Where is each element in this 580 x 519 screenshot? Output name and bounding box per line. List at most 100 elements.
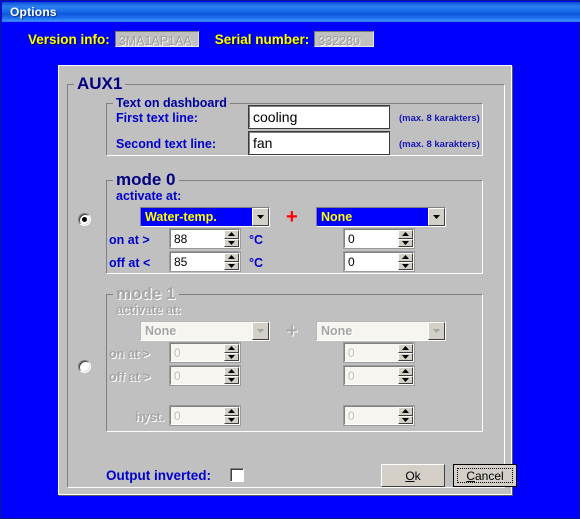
mode1-on-value-b: 0 — [348, 345, 355, 360]
mode0-source-a-value: Water-temp. — [141, 208, 252, 226]
mode1-source-a-combo[interactable]: None — [140, 321, 270, 341]
mode1-source-b-value: None — [317, 322, 428, 340]
cancel-button-label: ancel — [474, 468, 504, 483]
mode0-off-a-spin-buttons[interactable] — [224, 253, 239, 270]
version-info-value: 3MA1AP1AA — [114, 31, 199, 48]
device-info-strip: Version info: 3MA1AP1AA Serial number: 3… — [2, 25, 580, 53]
spinner-down-icon[interactable] — [398, 375, 413, 384]
version-info-label: Version info: — [28, 31, 110, 47]
mode1-hyst-label: hyst. — [135, 410, 165, 424]
cancel-button[interactable]: Cancel — [453, 464, 517, 487]
second-text-line-label: Second text line: — [116, 137, 217, 151]
spinner-up-icon[interactable] — [398, 253, 413, 262]
mode1-on-value-a: 0 — [174, 345, 181, 360]
spinner-down-icon[interactable] — [398, 415, 413, 424]
mode0-operator-plus: + — [286, 206, 298, 228]
mode0-source-b-combo[interactable]: None — [316, 207, 446, 227]
mode0-activate-label: activate at: — [116, 189, 182, 203]
mode0-groupbox-legend: mode 0 — [116, 170, 176, 189]
first-text-line-hint: (max. 8 karakters) — [399, 113, 480, 124]
mode0-off-value-b-stepper[interactable]: 0 — [343, 251, 415, 272]
mode0-on-value-a: 88 — [174, 231, 188, 246]
spinner-up-icon[interactable] — [224, 367, 239, 376]
chevron-down-icon[interactable] — [252, 322, 269, 340]
first-text-line-label: First text line: — [116, 111, 198, 125]
mode1-source-a-value: None — [141, 322, 252, 340]
mode0-on-b-spin-buttons[interactable] — [398, 230, 413, 247]
spinner-up-icon[interactable] — [398, 407, 413, 416]
window-title: Options — [10, 5, 57, 19]
chevron-down-icon[interactable] — [428, 322, 445, 340]
mode0-off-unit-a: °C — [249, 256, 264, 270]
cancel-button-accel: C — [466, 468, 475, 483]
spinner-down-icon[interactable] — [224, 352, 239, 361]
spinner-down-icon[interactable] — [224, 415, 239, 424]
mode0-off-value-a-stepper[interactable]: 85 — [169, 251, 241, 272]
mode1-on-value-a-stepper[interactable]: 0 — [169, 342, 241, 363]
title-bar[interactable]: Options — [2, 2, 580, 22]
spinner-down-icon[interactable] — [224, 375, 239, 384]
mode0-radio[interactable] — [78, 213, 91, 226]
ok-button[interactable]: Ok — [381, 464, 445, 487]
mode0-radio-dot — [82, 217, 87, 222]
mode1-groupbox-legend: mode 1 — [116, 284, 176, 303]
spinner-down-icon[interactable] — [398, 261, 413, 270]
mode1-on-a-spin-buttons[interactable] — [224, 344, 239, 361]
spinner-down-icon[interactable] — [398, 238, 413, 247]
mode1-operator-plus: + — [286, 320, 298, 342]
mode1-on-value-b-stepper[interactable]: 0 — [343, 342, 415, 363]
mode1-off-value-a: 0 — [174, 368, 181, 383]
aux1-groupbox-legend: AUX1 — [77, 74, 123, 93]
mode1-hyst-value-b-stepper[interactable]: 0 — [343, 405, 415, 426]
mode0-on-a-spin-buttons[interactable] — [224, 230, 239, 247]
mode1-off-b-spin-buttons[interactable] — [398, 367, 413, 384]
spinner-up-icon[interactable] — [398, 230, 413, 239]
mode0-off-value-a: 85 — [174, 254, 188, 269]
spinner-up-icon[interactable] — [224, 344, 239, 353]
spinner-up-icon[interactable] — [398, 344, 413, 353]
mode0-source-b-value: None — [317, 208, 428, 226]
mode0-on-value-b: 0 — [348, 231, 355, 246]
ok-button-accel: O — [405, 468, 415, 483]
mode1-off-value-b: 0 — [348, 368, 355, 383]
spinner-up-icon[interactable] — [224, 230, 239, 239]
mode0-on-value-b-stepper[interactable]: 0 — [343, 228, 415, 249]
mode1-hyst-value-a-stepper[interactable]: 0 — [169, 405, 241, 426]
serial-number-value: 332280 — [314, 31, 375, 48]
mode1-hyst-b-spin-buttons[interactable] — [398, 407, 413, 424]
first-text-line-input[interactable]: cooling — [248, 105, 390, 129]
dashboard-text-legend: Text on dashboard — [116, 96, 227, 110]
options-dialog-window: Options Version info: 3MA1AP1AA Serial n… — [0, 0, 580, 519]
aux1-panel: AUX1 Text on dashboard First text line: … — [58, 65, 517, 495]
mode1-hyst-value-a: 0 — [174, 408, 181, 423]
mode1-hyst-value-b: 0 — [348, 408, 355, 423]
mode0-source-a-combo[interactable]: Water-temp. — [140, 207, 270, 227]
mode1-source-b-combo[interactable]: None — [316, 321, 446, 341]
chevron-down-icon[interactable] — [428, 208, 445, 226]
mode0-off-label: off at < — [109, 256, 151, 270]
spinner-down-icon[interactable] — [224, 238, 239, 247]
mode1-hyst-a-spin-buttons[interactable] — [224, 407, 239, 424]
spinner-down-icon[interactable] — [224, 261, 239, 270]
mode1-off-value-a-stepper[interactable]: 0 — [169, 365, 241, 386]
ok-button-label: k — [414, 468, 421, 483]
spinner-up-icon[interactable] — [398, 367, 413, 376]
mode0-on-value-a-stepper[interactable]: 88 — [169, 228, 241, 249]
output-inverted-label: Output inverted: — [106, 468, 211, 483]
mode1-radio[interactable] — [78, 360, 91, 373]
mode0-on-unit-a: °C — [249, 233, 264, 247]
spinner-up-icon[interactable] — [224, 253, 239, 262]
mode0-off-value-b: 0 — [348, 254, 355, 269]
spinner-up-icon[interactable] — [224, 407, 239, 416]
mode1-off-value-b-stepper[interactable]: 0 — [343, 365, 415, 386]
mode1-activate-label: activate at: — [116, 303, 182, 317]
chevron-down-icon[interactable] — [252, 208, 269, 226]
mode1-off-a-spin-buttons[interactable] — [224, 367, 239, 384]
mode0-on-label: on at > — [109, 233, 150, 247]
mode1-off-label: off at > — [109, 370, 151, 384]
output-inverted-checkbox[interactable] — [230, 468, 244, 482]
second-text-line-input[interactable]: fan — [248, 131, 390, 155]
mode0-off-b-spin-buttons[interactable] — [398, 253, 413, 270]
spinner-down-icon[interactable] — [398, 352, 413, 361]
mode1-on-b-spin-buttons[interactable] — [398, 344, 413, 361]
